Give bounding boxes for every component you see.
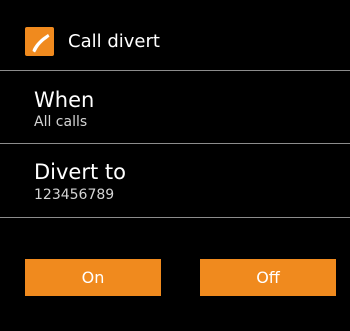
- setting-label-when: When: [34, 88, 95, 112]
- row-divider: [0, 217, 350, 218]
- off-button[interactable]: Off: [200, 259, 336, 296]
- page-title: Call divert: [68, 31, 160, 52]
- call-divert-screen: Call divert When All calls Divert to 123…: [0, 0, 350, 331]
- setting-value-divert-to: 123456789: [34, 187, 115, 203]
- phone-handset-icon: [25, 27, 54, 56]
- screen-header: Call divert: [0, 0, 350, 70]
- setting-row-divert-to[interactable]: Divert to 123456789: [0, 144, 350, 216]
- setting-row-when[interactable]: When All calls: [0, 71, 350, 143]
- setting-value-when: All calls: [34, 114, 88, 130]
- on-button[interactable]: On: [25, 259, 161, 296]
- setting-label-divert-to: Divert to: [34, 160, 126, 184]
